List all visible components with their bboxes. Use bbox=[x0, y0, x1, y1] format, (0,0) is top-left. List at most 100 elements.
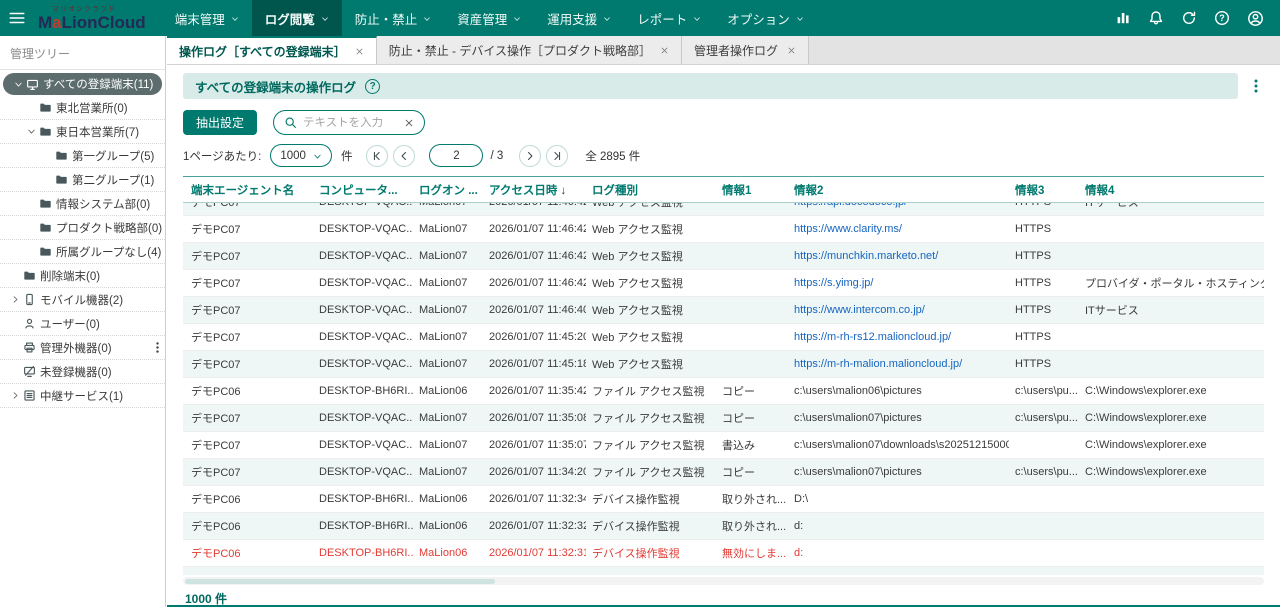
clear-search-icon[interactable] bbox=[404, 118, 414, 128]
column-header[interactable]: ログ種別 bbox=[586, 182, 716, 198]
cell-logon: MaLion07 bbox=[413, 203, 483, 208]
cell-info2[interactable]: https://munchkin.marketo.net/ bbox=[788, 250, 1009, 262]
tab[interactable]: 操作ログ［すべての登録端末］ bbox=[167, 36, 377, 64]
horizontal-scrollbar[interactable] bbox=[183, 577, 1264, 585]
log-row[interactable]: デモPC07DESKTOP-VQAC...MaLion072026/01/07 … bbox=[183, 405, 1264, 432]
last-page-button[interactable] bbox=[546, 145, 568, 167]
bar-chart-icon[interactable] bbox=[1115, 10, 1131, 26]
tabbar: 操作ログ［すべての登録端末］防止・禁止 - デバイス操作［プロダクト戦略部］管理… bbox=[167, 36, 1280, 65]
cell-datetime: 2026/01/07 11:46:42 bbox=[483, 277, 586, 289]
tree-item[interactable]: モバイル機器(2) bbox=[0, 288, 165, 312]
tree-item[interactable]: 情報システム部(0) bbox=[0, 192, 165, 216]
column-header[interactable]: 端末エージェント名 bbox=[183, 182, 313, 198]
panel-header: すべての登録端末の操作ログ ? bbox=[183, 73, 1238, 99]
tree-item[interactable]: 未登録機器(0) bbox=[0, 360, 165, 384]
content-panel: すべての登録端末の操作ログ ? 抽出設定 1ページあたり: 1000 件 bbox=[167, 65, 1280, 607]
help-badge-icon[interactable]: ? bbox=[365, 79, 380, 94]
topbar-menu-item[interactable]: レポート bbox=[624, 0, 714, 36]
column-header[interactable]: 情報4 bbox=[1079, 182, 1264, 198]
log-row[interactable]: デモPC07DESKTOP-VQAC...MaLion072026/01/07 … bbox=[183, 351, 1264, 378]
log-row-alert[interactable]: デモPC06DESKTOP-BH6RI...MaLion062026/01/07… bbox=[183, 540, 1264, 567]
extract-settings-button[interactable]: 抽出設定 bbox=[183, 110, 257, 135]
tree-item[interactable]: 東北営業所(0) bbox=[0, 96, 165, 120]
log-row[interactable]: デモPC06DESKTOP-BH6RI...MaLion062026/01/07… bbox=[183, 486, 1264, 513]
hamburger-menu-icon[interactable] bbox=[0, 0, 34, 36]
log-row[interactable]: デモPC06DESKTOP-BH6RI...MaLion062026/01/07… bbox=[183, 378, 1264, 405]
log-row[interactable]: デモPC07DESKTOP-VQAC...MaLion072026/01/07 … bbox=[183, 297, 1264, 324]
log-row[interactable]: デモPC06DESKTOP-BH6RI...MaLion062026/01/07… bbox=[183, 513, 1264, 540]
log-row[interactable]: デモPC07DESKTOP-VQAC...MaLion072026/01/07 … bbox=[183, 243, 1264, 270]
column-header[interactable]: コンピュータ... bbox=[313, 182, 413, 198]
cell-logon: MaLion07 bbox=[413, 331, 483, 343]
table-rows: デモPC07DESKTOP-VQAC...MaLion072026/01/07 … bbox=[183, 203, 1264, 567]
cell-info2[interactable]: https://m-rh-malion.malioncloud.jp/ bbox=[788, 358, 1009, 370]
chevron-right-icon[interactable] bbox=[8, 388, 23, 403]
close-icon[interactable] bbox=[660, 46, 669, 55]
cell-computer: DESKTOP-VQAC... bbox=[313, 439, 413, 451]
log-row[interactable]: デモPC07DESKTOP-VQAC...MaLion072026/01/07 … bbox=[183, 216, 1264, 243]
next-page-button[interactable] bbox=[519, 145, 541, 167]
search-input[interactable] bbox=[303, 117, 398, 129]
chevron-right-icon[interactable] bbox=[8, 292, 23, 307]
topbar-menu-item[interactable]: 運用支援 bbox=[534, 0, 624, 36]
cell-agent: デモPC07 bbox=[183, 410, 313, 426]
log-row[interactable]: デモPC07DESKTOP-VQAC...MaLion072026/01/07 … bbox=[183, 203, 1264, 216]
prev-page-button[interactable] bbox=[393, 145, 415, 167]
tree-item[interactable]: 所属グループなし(4) bbox=[0, 240, 165, 264]
dots-vertical-icon[interactable] bbox=[1248, 78, 1264, 94]
cell-info2[interactable]: https://www.clarity.ms/ bbox=[788, 223, 1009, 235]
tree-item[interactable]: プロダクト戦略部(0) bbox=[0, 216, 165, 240]
tree-item[interactable]: 管理外機器(0) bbox=[0, 336, 165, 360]
search-box[interactable] bbox=[273, 110, 425, 135]
topbar-menu-item[interactable]: 端末管理 bbox=[162, 0, 252, 36]
tree-item[interactable]: 第二グループ(1) bbox=[0, 168, 165, 192]
cell-info2[interactable]: https://s.yimg.jp/ bbox=[788, 277, 1009, 289]
topbar-menu-item[interactable]: 資産管理 bbox=[444, 0, 534, 36]
tab[interactable]: 防止・禁止 - デバイス操作［プロダクト戦略部］ bbox=[377, 36, 682, 64]
tree-item[interactable]: 東日本営業所(7) bbox=[0, 120, 165, 144]
tree-item[interactable]: ユーザー(0) bbox=[0, 312, 165, 336]
per-page-select[interactable]: 1000 bbox=[270, 144, 332, 167]
chevron-down-icon[interactable] bbox=[11, 77, 26, 92]
first-page-button[interactable] bbox=[366, 145, 388, 167]
bell-icon[interactable] bbox=[1148, 10, 1164, 26]
refresh-icon[interactable] bbox=[1181, 10, 1197, 26]
expander-spacer bbox=[8, 340, 23, 355]
log-row[interactable]: デモPC07DESKTOP-VQAC...MaLion072026/01/07 … bbox=[183, 432, 1264, 459]
cell-info2[interactable]: https://m-rh-rs12.malioncloud.jp/ bbox=[788, 331, 1009, 343]
printer-icon bbox=[23, 341, 40, 354]
help-icon[interactable]: ? bbox=[1214, 10, 1230, 26]
current-page-input[interactable] bbox=[429, 144, 483, 167]
column-header[interactable]: アクセス日時↓ bbox=[483, 182, 586, 198]
log-row[interactable]: デモPC07DESKTOP-VQAC...MaLion072026/01/07 … bbox=[183, 270, 1264, 297]
topbar-menu-item[interactable]: オプション bbox=[714, 0, 817, 36]
horizontal-scrollbar-thumb[interactable] bbox=[185, 579, 495, 584]
tree-item[interactable]: 中継サービス(1) bbox=[0, 384, 165, 408]
tab[interactable]: 管理者操作ログ bbox=[682, 36, 809, 64]
dots-vertical-icon[interactable] bbox=[151, 341, 165, 354]
column-header[interactable]: ログオン ... bbox=[413, 182, 483, 198]
tree-item[interactable]: 削除端末(0) bbox=[0, 264, 165, 288]
cell-computer: DESKTOP-VQAC... bbox=[313, 331, 413, 343]
cell-info2: c:\users\malion07\pictures bbox=[788, 466, 1009, 478]
tree-item-label: プロダクト戦略部(0) bbox=[56, 220, 162, 236]
topbar-menu-item[interactable]: 防止・禁止 bbox=[342, 0, 445, 36]
column-header[interactable]: 情報3 bbox=[1009, 182, 1079, 198]
tree-item[interactable]: すべての登録端末(11) bbox=[3, 73, 162, 95]
column-header[interactable]: 情報1 bbox=[716, 182, 788, 198]
close-icon[interactable] bbox=[787, 46, 796, 55]
cell-info3: HTTPS bbox=[1009, 331, 1079, 343]
cell-info2[interactable]: https://api.docodoco.jp/ bbox=[788, 203, 1009, 208]
tree-item[interactable]: 第一グループ(5) bbox=[0, 144, 165, 168]
sidebar: 管理ツリー すべての登録端末(11)東北営業所(0)東日本営業所(7)第一グルー… bbox=[0, 36, 166, 607]
sort-desc-icon: ↓ bbox=[560, 185, 566, 197]
close-icon[interactable] bbox=[355, 47, 364, 56]
log-row[interactable]: デモPC07DESKTOP-VQAC...MaLion072026/01/07 … bbox=[183, 459, 1264, 486]
column-header[interactable]: 情報2 bbox=[788, 182, 1009, 198]
log-row[interactable]: デモPC07DESKTOP-VQAC...MaLion072026/01/07 … bbox=[183, 324, 1264, 351]
cell-info2[interactable]: https://www.intercom.co.jp/ bbox=[788, 304, 1009, 316]
account-icon[interactable] bbox=[1247, 10, 1264, 27]
cell-logon: MaLion07 bbox=[413, 304, 483, 316]
chevron-down-icon[interactable] bbox=[24, 124, 39, 139]
topbar-menu-item[interactable]: ログ閲覧 bbox=[252, 0, 342, 36]
